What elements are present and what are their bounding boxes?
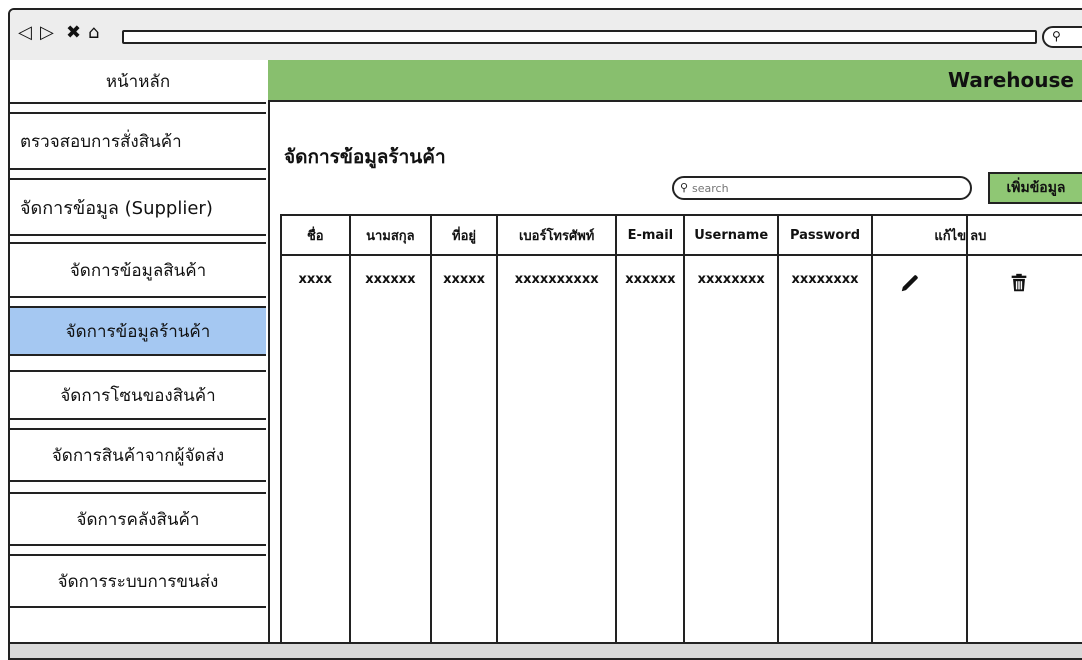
home-icon[interactable]: ⌂ <box>88 24 99 42</box>
column-header-edit: แก้ไข <box>871 216 969 256</box>
search-icon: ⚲ <box>680 181 689 194</box>
sidebar: หน้าหลัก ตรวจสอบการสั่งสินค้า จัดการข้อม… <box>10 60 270 658</box>
header-bar: Warehouse <box>268 60 1082 102</box>
column-header-password: Password <box>778 216 873 256</box>
cell-phone: xxxxxxxxxx <box>496 255 618 646</box>
cell-password: xxxxxxxx <box>778 255 873 646</box>
cell-email: xxxxxx <box>616 255 686 646</box>
sidebar-item-products[interactable]: จัดการข้อมูลสินค้า <box>10 242 266 298</box>
sidebar-item-label: จัดการสินค้าจากผู้จัดส่ง <box>51 445 225 466</box>
search-input[interactable] <box>692 180 952 196</box>
browser-window: ◁ ▷ ✖ ⌂ ⚲ หน้าหลัก ตรวจสอบการสั่งสินค้า … <box>8 8 1082 660</box>
bottom-scrollbar[interactable] <box>10 642 1082 658</box>
sidebar-item-check-orders[interactable]: ตรวจสอบการสั่งสินค้า <box>10 112 266 170</box>
sidebar-item-supplier[interactable]: จัดการข้อมูล (Supplier) <box>10 178 266 236</box>
sidebar-item-label: จัดการระบบการขนส่ง <box>57 571 219 592</box>
trash-icon[interactable] <box>1008 272 1030 294</box>
table-row: xxxx xxxxxx xxxxx xxxxxxxxxx xxxxxx xxxx… <box>282 255 1082 646</box>
search-field[interactable]: ⚲ <box>672 176 972 200</box>
cell-address: xxxxx <box>431 255 498 646</box>
cell-last-name: xxxxxx <box>349 255 433 646</box>
table-header-row: ชื่อ นามสกุล ที่อยู่ เบอร์โทรศัพท์ E-mai… <box>282 216 1082 256</box>
sidebar-item-supplier-goods[interactable]: จัดการสินค้าจากผู้จัดส่ง <box>10 428 266 482</box>
page-title: จัดการข้อมูลร้านค้า <box>284 146 446 168</box>
column-header-phone: เบอร์โทรศัพท์ <box>496 216 618 256</box>
search-icon: ⚲ <box>1052 29 1061 43</box>
sidebar-item-zones[interactable]: จัดการโซนของสินค้า <box>10 370 266 420</box>
back-icon[interactable]: ◁ <box>18 24 32 42</box>
cell-username: xxxxxxxx <box>684 255 780 646</box>
close-icon[interactable]: ✖ <box>66 24 81 42</box>
column-header-last-name: นามสกุล <box>349 216 433 256</box>
sidebar-item-label: หน้าหลัก <box>105 71 171 92</box>
column-header-email: E-mail <box>616 216 686 256</box>
sidebar-item-stores[interactable]: จัดการข้อมูลร้านค้า <box>10 306 266 356</box>
sidebar-item-shipping[interactable]: จัดการระบบการขนส่ง <box>10 554 266 608</box>
cell-edit <box>871 255 969 646</box>
sidebar-item-label: จัดการข้อมูลร้านค้า <box>65 321 211 342</box>
cell-delete <box>967 255 1082 646</box>
forward-icon[interactable]: ▷ <box>40 24 54 42</box>
sidebar-item-label: ตรวจสอบการสั่งสินค้า <box>20 131 182 152</box>
column-header-first-name: ชื่อ <box>282 216 351 256</box>
main-content: จัดการข้อมูลร้านค้า ⚲ เพิ่มข้อมูล ชื่อ น… <box>268 102 1082 658</box>
add-data-button[interactable]: เพิ่มข้อมูล <box>988 172 1082 204</box>
sidebar-item-label: จัดการคลังสินค้า <box>76 509 200 530</box>
sidebar-item-warehouse[interactable]: จัดการคลังสินค้า <box>10 492 266 546</box>
column-header-delete: ลบ <box>967 216 1082 256</box>
column-header-username: Username <box>684 216 780 256</box>
stores-table: ชื่อ นามสกุล ที่อยู่ เบอร์โทรศัพท์ E-mai… <box>280 214 1082 648</box>
pencil-icon[interactable] <box>899 272 921 294</box>
sidebar-item-label: จัดการโซนของสินค้า <box>60 385 216 406</box>
column-header-address: ที่อยู่ <box>431 216 498 256</box>
brand-title: Warehouse <box>948 68 1074 92</box>
cell-first-name: xxxx <box>282 255 351 646</box>
browser-search-field[interactable]: ⚲ <box>1042 26 1082 48</box>
sidebar-item-label: จัดการข้อมูล (Supplier) <box>20 197 213 219</box>
sidebar-item-label: จัดการข้อมูลสินค้า <box>69 260 207 281</box>
browser-toolbar: ◁ ▷ ✖ ⌂ ⚲ <box>10 10 1082 62</box>
sidebar-item-home[interactable]: หน้าหลัก <box>10 60 266 104</box>
address-bar[interactable] <box>122 30 1037 44</box>
